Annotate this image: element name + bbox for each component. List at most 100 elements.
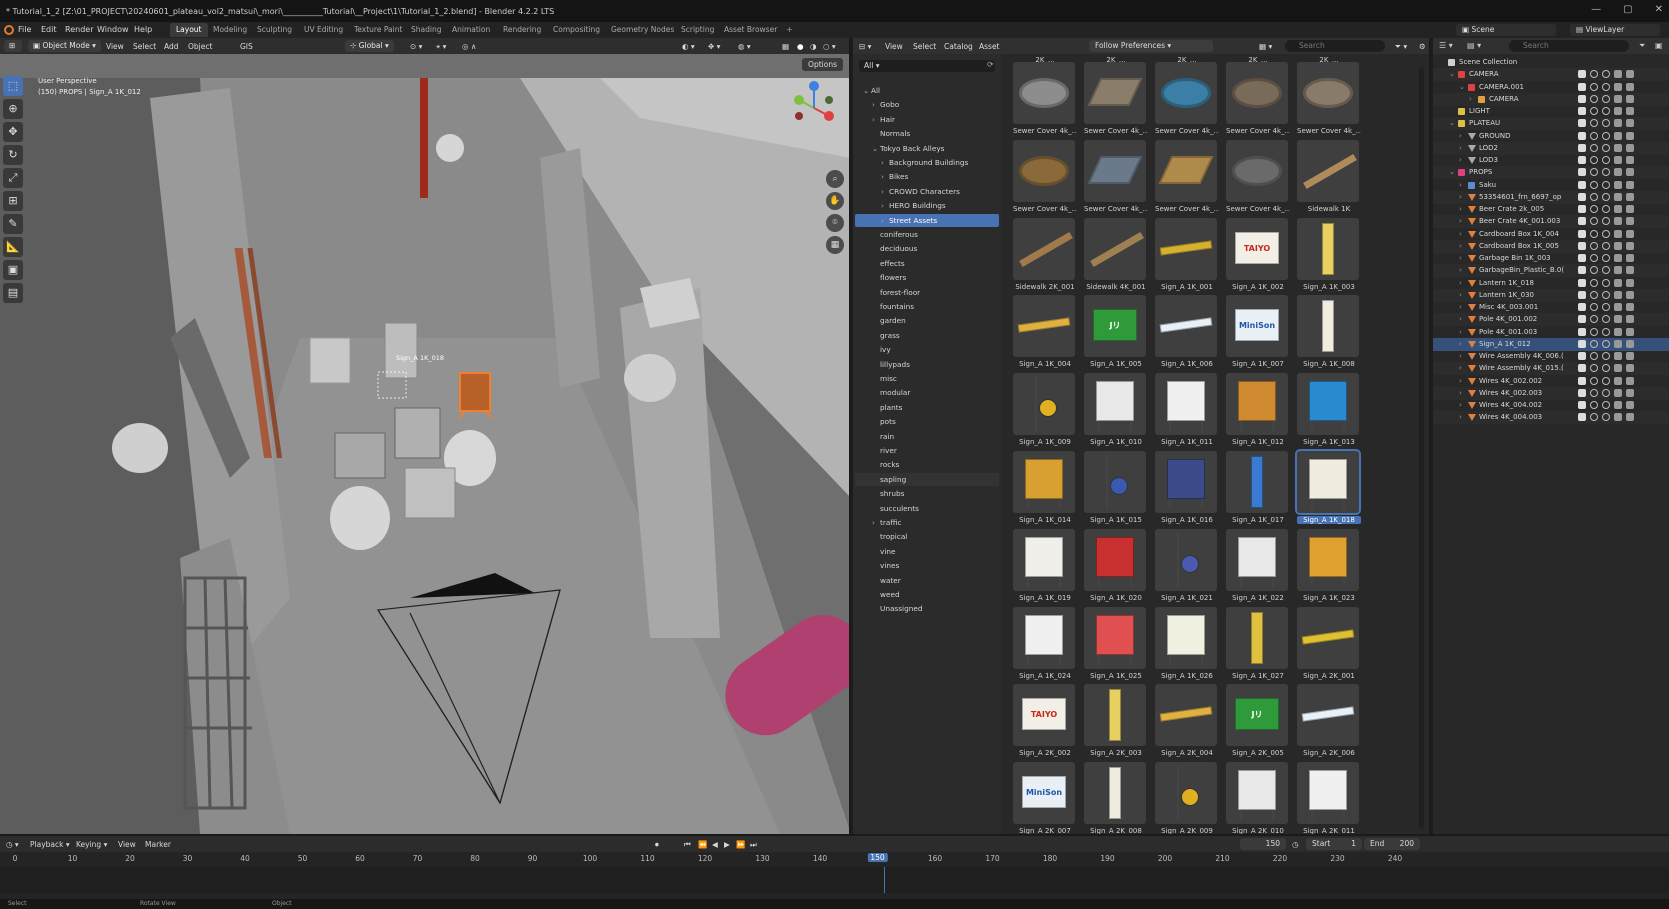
catalog-item[interactable]: ⌄ All [855, 84, 999, 97]
catalog-item[interactable]: garden [855, 314, 999, 327]
shading-material-icon[interactable]: ◑ [810, 42, 817, 51]
viewport-menu-select[interactable]: Select [133, 42, 156, 51]
asset-tile[interactable]: Sign_A 1K_015 [1084, 451, 1148, 529]
editor-type-icon[interactable]: ⊞ [4, 40, 22, 52]
jump-keyframe-forward-icon[interactable]: ⏩ [736, 840, 745, 849]
shading-rendered-icon[interactable]: ○ ▾ [823, 42, 836, 51]
asset-tile[interactable]: Sign_A 1K_001 [1155, 217, 1219, 296]
outliner-row[interactable]: › Wires 4K_002.002 [1433, 375, 1669, 388]
asset-tile[interactable]: Sign_A 1K_025 [1084, 606, 1148, 685]
asset-tile[interactable]: Sign_A 1K_020 [1084, 528, 1148, 607]
chevron-right-icon[interactable]: › [881, 170, 884, 183]
asset-tile[interactable]: Sign_A 2K_003 [1084, 684, 1148, 762]
asset-tile[interactable]: Sign_A 1K_014 [1013, 451, 1077, 529]
eye-icon[interactable] [1602, 156, 1610, 164]
asset-tile[interactable]: Sign_A 2K_006 [1297, 684, 1361, 762]
checkbox-icon[interactable] [1578, 119, 1586, 128]
asset-menu-select[interactable]: Select [913, 42, 936, 51]
overlay-icon[interactable]: ◍ ▾ [738, 42, 751, 51]
checkbox-icon[interactable] [1578, 352, 1586, 360]
library-selector[interactable]: All ▾ [859, 60, 995, 72]
checkbox-icon[interactable] [1578, 303, 1586, 311]
play-icon[interactable]: ▶ [724, 840, 730, 849]
outliner-row[interactable]: › CAMERA [1433, 92, 1669, 106]
asset-tile[interactable]: Sign_A 1K_021 [1155, 528, 1219, 607]
chevron-right-icon[interactable]: › [1459, 301, 1462, 314]
tab-uv-editing[interactable]: UV Editing [298, 23, 349, 37]
chevron-right-icon[interactable]: › [1459, 264, 1462, 277]
catalog-item[interactable]: Normals [855, 127, 999, 140]
start-frame-field[interactable]: Start 1 [1306, 838, 1362, 850]
select-arrow-icon[interactable] [1590, 303, 1598, 311]
tab-sculpting[interactable]: Sculpting [251, 23, 298, 37]
asset-tile[interactable]: Sign_A 1K_027 [1226, 606, 1290, 685]
tab-rendering[interactable]: Rendering [497, 23, 547, 37]
asset-tile[interactable]: Sign_A 2K_004 [1155, 684, 1219, 762]
monitor-icon[interactable] [1614, 168, 1622, 177]
outliner-editor-type-icon[interactable]: ☰ ▾ [1439, 41, 1453, 50]
asset-tile[interactable]: Sign_A 1K_011 [1155, 373, 1219, 451]
monitor-icon[interactable] [1614, 352, 1622, 360]
viewport-menu-add[interactable]: Add [164, 42, 179, 51]
add-object-tool-icon[interactable]: ▤ [3, 283, 23, 303]
display-mode-icon[interactable]: ▦ ▾ [1259, 42, 1272, 51]
menu-edit[interactable]: Edit [41, 25, 57, 34]
select-arrow-icon[interactable] [1590, 107, 1598, 115]
asset-tile[interactable]: Sign_A 1K_013 [1297, 373, 1361, 451]
checkbox-icon[interactable] [1578, 266, 1586, 275]
eye-icon[interactable] [1602, 131, 1610, 140]
select-arrow-icon[interactable] [1590, 388, 1598, 397]
gizmo-icon[interactable]: ✥ ▾ [708, 42, 720, 51]
asset-tile[interactable]: Sign_A 2K_011 [1297, 762, 1361, 834]
outliner-row[interactable]: › Saku [1433, 179, 1669, 192]
asset-tile[interactable]: Sewer Cover 4k_... [1155, 139, 1219, 218]
checkbox-icon[interactable] [1578, 241, 1586, 250]
current-frame-field[interactable]: 150 [1240, 838, 1286, 850]
menu-window[interactable]: Window [97, 25, 129, 34]
eye-icon[interactable] [1602, 315, 1610, 324]
outliner-row[interactable]: › Wires 4K_004.002 [1433, 399, 1669, 412]
tab-geometry-nodes[interactable]: Geometry Nodes [605, 23, 680, 37]
scene-selector[interactable]: ▣ Scene [1456, 24, 1556, 36]
chevron-down-icon[interactable]: ⌄ [1459, 81, 1465, 94]
camera-render-icon[interactable] [1626, 303, 1634, 311]
chevron-right-icon[interactable]: › [872, 98, 875, 111]
checkbox-icon[interactable] [1578, 278, 1586, 287]
import-method-dropdown[interactable]: Follow Preferences ▾ [1089, 40, 1213, 52]
asset-tile[interactable]: Sign_A 1K_006 [1155, 295, 1219, 373]
chevron-right-icon[interactable]: › [1459, 338, 1462, 351]
catalog-item[interactable]: coniferous [855, 228, 999, 241]
outliner-row[interactable]: › Cardboard Box 1K_005 [1433, 239, 1669, 253]
menu-render[interactable]: Render [65, 25, 93, 34]
catalog-item[interactable]: effects [855, 257, 999, 270]
monitor-icon[interactable] [1614, 180, 1622, 189]
outliner-row[interactable]: › Wire Assembly 4K_006.( [1433, 350, 1669, 363]
select-arrow-icon[interactable] [1590, 413, 1598, 422]
camera-render-icon[interactable] [1626, 192, 1634, 201]
outliner-row[interactable]: › LOD2 [1433, 141, 1669, 155]
asset-tile[interactable]: Sidewalk 1K [1297, 139, 1361, 218]
eye-icon[interactable] [1602, 266, 1610, 275]
jump-end-icon[interactable]: ⏭ [750, 840, 757, 850]
select-arrow-icon[interactable] [1590, 339, 1598, 348]
camera-render-icon[interactable] [1626, 278, 1634, 287]
3d-viewport[interactable]: ⊞ ▣ Object Mode ▾ View Select Add Object… [0, 38, 851, 834]
chevron-right-icon[interactable]: › [1459, 142, 1462, 155]
minimize-icon[interactable]: — [1591, 4, 1601, 15]
asset-editor-type-icon[interactable]: ⊟ ▾ [859, 42, 871, 51]
select-arrow-icon[interactable] [1590, 131, 1598, 140]
outliner-filter-icon[interactable]: ⏷ [1639, 41, 1645, 51]
transform-tool-icon[interactable]: ⊞ [3, 191, 23, 211]
asset-search-input[interactable]: Search [1285, 40, 1385, 52]
catalog-item[interactable]: vine [855, 545, 999, 558]
add-workspace-icon[interactable]: + [786, 25, 793, 34]
asset-tile[interactable]: Sewer Cover 4k_... [1297, 62, 1361, 140]
camera-render-icon[interactable] [1626, 413, 1634, 422]
camera-render-icon[interactable] [1626, 119, 1634, 128]
camera-render-icon[interactable] [1626, 94, 1634, 103]
eye-icon[interactable] [1602, 290, 1610, 299]
camera-render-icon[interactable] [1626, 143, 1634, 152]
outliner-row[interactable]: › Sign_A 1K_012 [1433, 337, 1669, 351]
asset-tile[interactable]: Sewer Cover 4k_... [1013, 62, 1077, 140]
select-arrow-icon[interactable] [1590, 241, 1598, 250]
